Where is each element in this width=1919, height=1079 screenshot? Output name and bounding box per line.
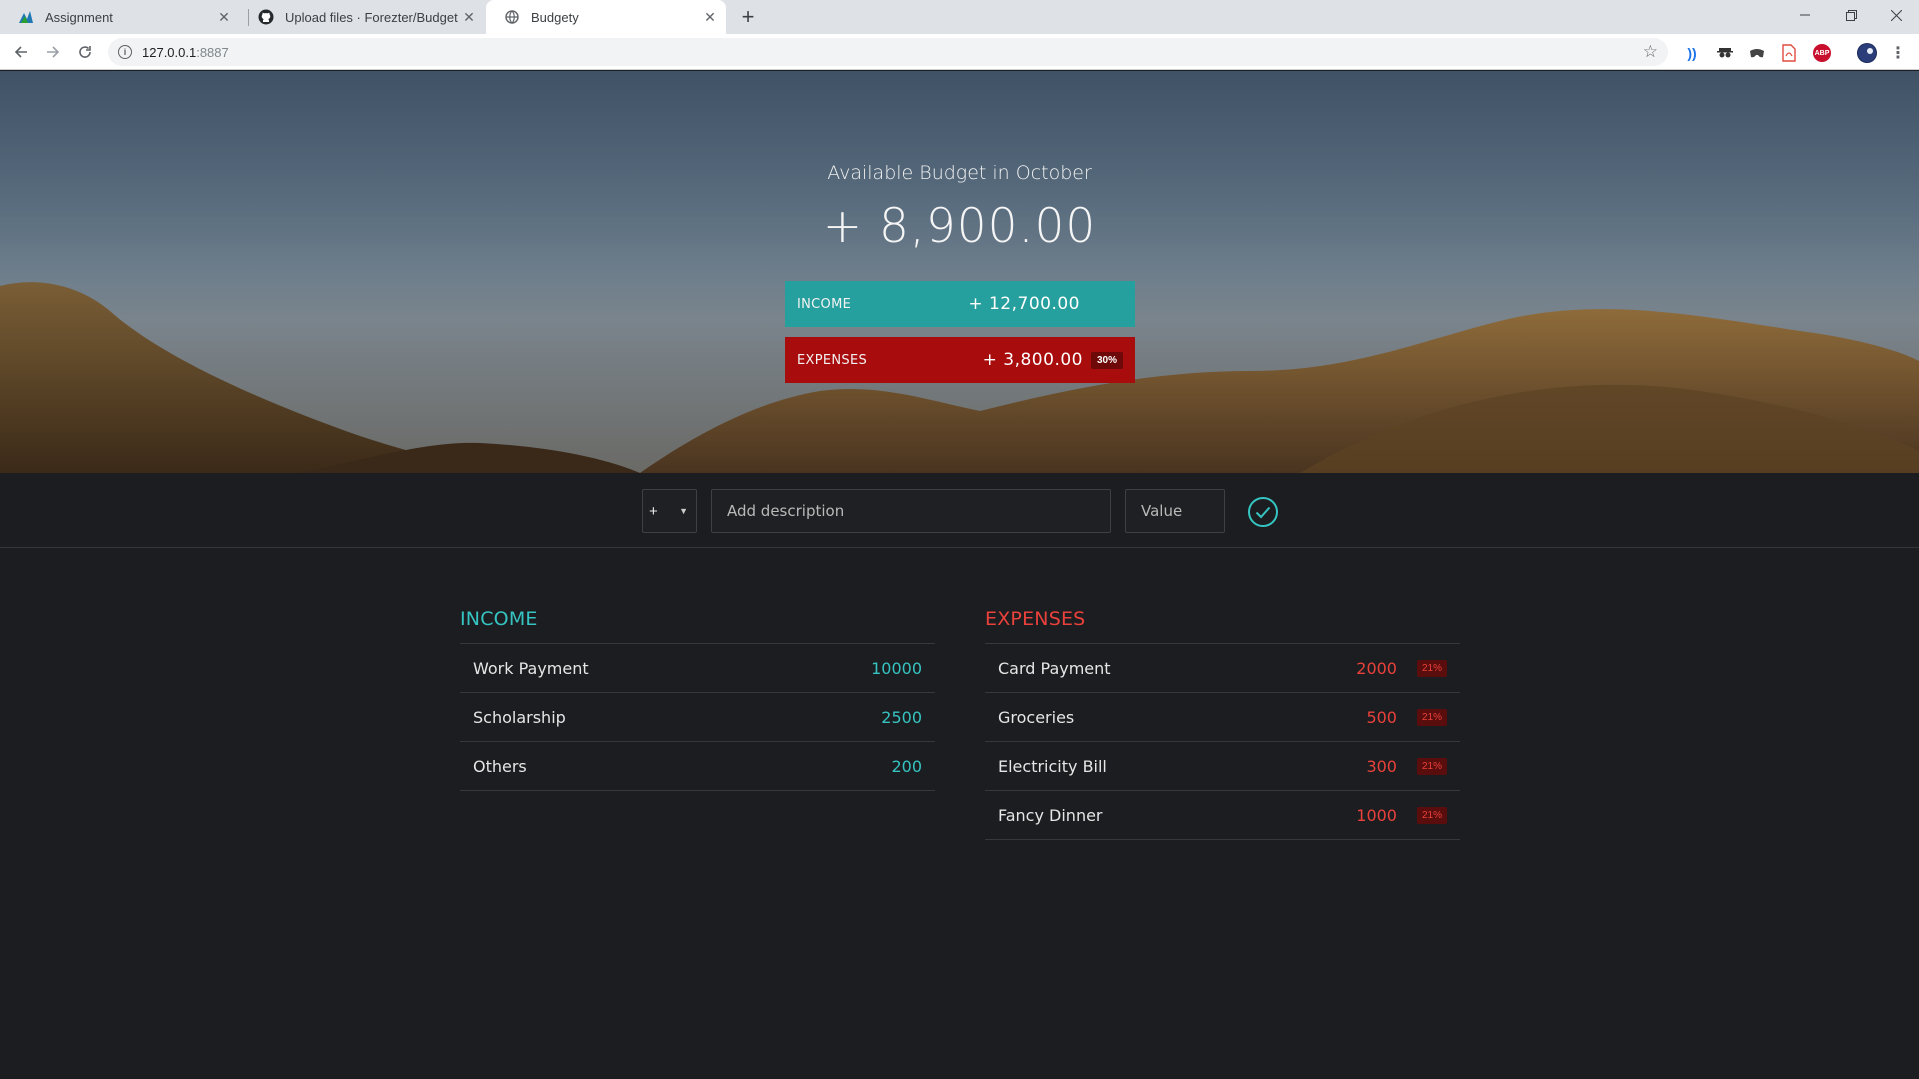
budget-summary: Available Budget in October + 8,900.00 I… — [0, 71, 1919, 473]
item-description: Card Payment — [998, 658, 1111, 678]
chevron-down-icon: ▼ — [679, 506, 688, 516]
budget-hero: Available Budget in October + 8,900.00 I… — [0, 71, 1919, 473]
tab-title: Upload files · Forezter/Budget — [285, 9, 458, 25]
menu-icon[interactable]: ⋮ — [1889, 44, 1907, 62]
close-icon[interactable]: ✕ — [461, 9, 477, 25]
budget-title: Available Budget in October — [827, 162, 1092, 184]
browser-toolbar: i 127.0.0.1:8887 ☆ )) ABP ⋮ — [0, 34, 1919, 70]
list-item[interactable]: Card Payment 2000 21% — [985, 644, 1460, 693]
item-value: 10000 — [871, 658, 922, 678]
mathworks-icon — [18, 9, 34, 25]
window-close-icon[interactable] — [1873, 0, 1919, 30]
url-text: 127.0.0.1:8887 — [142, 45, 229, 60]
item-percentage-badge: 21% — [1416, 659, 1447, 677]
income-list-title: INCOME — [460, 608, 538, 630]
tab-title: Budgety — [531, 9, 579, 25]
value-input[interactable] — [1125, 489, 1225, 533]
item-description: Scholarship — [473, 707, 566, 727]
globe-icon — [504, 9, 520, 25]
list-item[interactable]: Fancy Dinner 1000 21% — [985, 791, 1460, 840]
tab-upload-files[interactable]: Upload files · Forezter/Budget ✕ — [240, 0, 485, 34]
income-summary-value: + 12,700.00 — [968, 294, 1080, 314]
expenses-list: Card Payment 2000 21% Groceries 500 21% … — [985, 643, 1460, 840]
info-icon[interactable]: i — [118, 45, 132, 59]
restore-icon[interactable] — [1828, 0, 1874, 30]
list-item[interactable]: Groceries 500 21% — [985, 693, 1460, 742]
item-description: Electricity Bill — [998, 756, 1107, 776]
new-tab-button[interactable]: + — [736, 4, 760, 29]
item-value: 1000 — [1356, 805, 1397, 825]
type-select-value: + — [649, 502, 658, 520]
expenses-list-section: EXPENSES Card Payment 2000 21% Groceries… — [985, 608, 1460, 840]
item-value: 200 — [891, 756, 922, 776]
tab-title: Assignment — [45, 9, 113, 25]
list-item[interactable]: Others 200 — [460, 742, 935, 791]
list-item[interactable]: Scholarship 2500 — [460, 693, 935, 742]
close-icon[interactable]: ✕ — [216, 9, 232, 25]
item-value: 300 — [1366, 756, 1397, 776]
income-list: Work Payment 10000 Scholarship 2500 Othe… — [460, 643, 935, 791]
description-input[interactable] — [711, 489, 1111, 533]
tab-assignment[interactable]: Assignment ✕ — [0, 0, 240, 34]
type-select[interactable]: + ▼ — [642, 489, 697, 533]
budget-value: + 8,900.00 — [822, 199, 1097, 254]
item-percentage-badge: 21% — [1416, 806, 1447, 824]
item-description: Groceries — [998, 707, 1075, 727]
bookmark-star-icon[interactable]: ☆ — [1643, 42, 1658, 62]
github-icon — [258, 9, 274, 25]
income-summary-label: INCOME — [797, 296, 852, 312]
item-description: Work Payment — [473, 658, 589, 678]
list-item[interactable]: Electricity Bill 300 21% — [985, 742, 1460, 791]
abp-icon[interactable]: ABP — [1813, 44, 1831, 62]
tab-strip: Assignment ✕ Upload files · Forezter/Bud… — [0, 0, 1919, 34]
add-item-button[interactable] — [1247, 496, 1279, 528]
checkmark-circle-icon — [1248, 497, 1278, 527]
address-bar[interactable]: i 127.0.0.1:8887 ☆ — [108, 38, 1668, 66]
minimize-icon[interactable] — [1782, 0, 1828, 30]
item-value: 2000 — [1356, 658, 1397, 678]
expenses-summary-label: EXPENSES — [797, 352, 868, 368]
add-item-form: + ▼ — [0, 473, 1919, 548]
item-percentage-badge: 21% — [1416, 708, 1447, 726]
expenses-percentage-badge: 30% — [1090, 351, 1123, 369]
tab-budgety[interactable]: Budgety ✕ — [486, 0, 726, 34]
back-icon[interactable] — [7, 38, 35, 66]
url-port: :8887 — [196, 44, 229, 60]
item-value: 500 — [1366, 707, 1397, 727]
expenses-summary-value: + 3,800.00 — [982, 350, 1083, 370]
forward-icon[interactable] — [39, 38, 67, 66]
reload-icon[interactable] — [71, 38, 99, 66]
item-description: Others — [473, 756, 527, 776]
gamepad-icon[interactable] — [1748, 44, 1766, 62]
income-summary: INCOME + 12,700.00 — [785, 281, 1135, 327]
item-value: 2500 — [881, 707, 922, 727]
expenses-list-title: EXPENSES — [985, 608, 1086, 630]
pdf-icon[interactable] — [1780, 44, 1798, 62]
spy-icon[interactable] — [1716, 44, 1734, 62]
wifi-icon[interactable]: )) — [1683, 44, 1701, 62]
url-host: 127.0.0.1 — [142, 44, 197, 60]
profile-avatar[interactable] — [1857, 43, 1877, 63]
income-list-section: INCOME Work Payment 10000 Scholarship 25… — [460, 608, 935, 791]
list-item[interactable]: Work Payment 10000 — [460, 644, 935, 693]
item-description: Fancy Dinner — [998, 805, 1103, 825]
close-icon[interactable]: ✕ — [702, 9, 718, 25]
expenses-summary: EXPENSES + 3,800.00 30% — [785, 337, 1135, 383]
item-percentage-badge: 21% — [1416, 757, 1447, 775]
